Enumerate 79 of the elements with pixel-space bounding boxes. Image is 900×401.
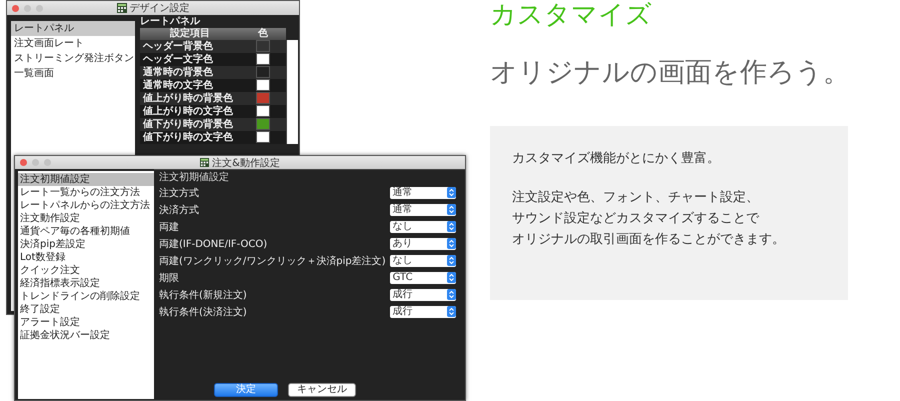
dropdown[interactable]: 通常 [390,186,456,198]
stepper-icon [446,221,456,232]
app-icon [116,3,126,13]
table-cell: 通常時の文字色 [140,79,240,92]
sidebar-item[interactable]: ストリーミング発注ボタン [11,51,135,66]
dropdown[interactable]: 成行 [390,306,456,318]
close-button[interactable] [20,159,27,166]
sidebar-item[interactable]: Lot数登録 [18,251,154,264]
setting-label: 両建(IF-DONE/IF-OCO) [159,238,268,250]
color-swatch[interactable] [256,66,270,78]
dropdown[interactable]: なし [390,220,456,232]
sidebar-item[interactable]: 通貨ペア毎の各種初期値 [18,225,154,238]
sidebar-item[interactable]: 注文初期値設定 [18,173,154,186]
dropdown[interactable]: なし [390,254,456,266]
stepper-icon [446,187,456,198]
description-text: カスタマイズ機能がとにかく豊富。 [512,150,721,168]
setting-label: 注文方式 [159,186,199,200]
dropdown[interactable]: 成行 [390,288,456,300]
sidebar-item[interactable]: 証拠金状況バー設定 [18,329,154,342]
table-cell: 値上がり時の背景色 [140,92,240,105]
sidebar-item[interactable]: 一覧画面 [11,66,135,81]
zoom-button[interactable] [44,159,51,166]
close-button[interactable] [12,4,19,12]
sidebar-item[interactable]: 決済pip差設定 [18,238,154,251]
setting-label: 執行条件(決済注文) [159,306,247,318]
setting-label: 決済方式 [159,204,199,216]
sidebar-item[interactable]: レート一覧からの注文方法 [18,186,154,199]
sidebar-item[interactable]: 注文動作設定 [18,212,154,225]
table-cell: 値上がり時の文字色 [140,105,240,118]
stepper-icon [446,289,456,300]
app-icon [200,158,210,167]
stepper-icon [446,306,456,317]
heading: カスタマイズ [490,0,653,31]
column-header: 設定項目 [140,28,240,40]
zoom-button[interactable] [36,4,43,12]
setting-label: 執行条件(新規注文) [159,288,247,302]
sidebar-item[interactable]: アラート設定 [18,316,154,329]
setting-label: 両建 [159,220,179,234]
sidebar-item[interactable]: 終了設定 [18,303,154,316]
table-cell: 値下がり時の背景色 [140,118,240,131]
table-cell: ヘッダー背景色 [140,40,240,53]
stepper-icon [446,255,456,266]
description-text: 注文設定や色、フォント、チャート設定、 [512,189,760,207]
description-text: サウンド設定などカスタマイズすることで [512,210,760,228]
table-cell: 通常時の背景色 [140,66,240,79]
panel-title: レートパネル [140,15,202,27]
sidebar-item[interactable]: レートパネルからの注文方法 [18,199,154,212]
table-cell: ヘッダー文字色 [140,53,240,66]
sidebar-item[interactable]: レートパネル [11,21,135,36]
stepper-icon [446,238,456,249]
minimize-button[interactable] [32,159,39,166]
color-swatch[interactable] [256,92,270,104]
table-cell: 値下がり時の文字色 [140,131,240,144]
cancel-button[interactable]: キャンセル [288,383,356,397]
dropdown[interactable]: 通常 [390,204,456,216]
sidebar-item[interactable]: トレンドラインの削除設定 [18,290,154,303]
sidebar-item[interactable]: 注文画面レート [11,36,135,51]
setting-label: 両建(ワンクリック/ワンクリック＋決済pip差注文) [159,254,386,268]
scrollbar[interactable] [286,40,298,144]
color-swatch[interactable] [256,118,270,130]
stepper-icon [446,272,456,283]
color-swatch[interactable] [256,40,270,52]
minimize-button[interactable] [24,4,31,12]
section-title: 注文初期値設定 [159,172,230,184]
sidebar-item[interactable]: 経済指標表示設定 [18,277,154,290]
setting-label: 期限 [159,272,179,284]
stepper-icon [446,204,456,215]
window-title: 注文&動作設定 [212,156,280,170]
window-title: デザイン設定 [130,2,190,15]
color-swatch[interactable] [256,53,270,66]
color-swatch[interactable] [256,105,270,118]
sidebar-item[interactable]: クイック注文 [18,264,154,277]
subheading: オリジナルの画面を作ろう。 [490,56,851,90]
color-swatch[interactable] [256,79,270,92]
description-text: オリジナルの取引画面を作ることができます。 [512,231,786,249]
color-swatch[interactable] [256,131,270,144]
column-header: 色 [240,28,286,40]
dropdown[interactable]: GTC [390,272,456,284]
dropdown[interactable]: あり [390,238,456,250]
